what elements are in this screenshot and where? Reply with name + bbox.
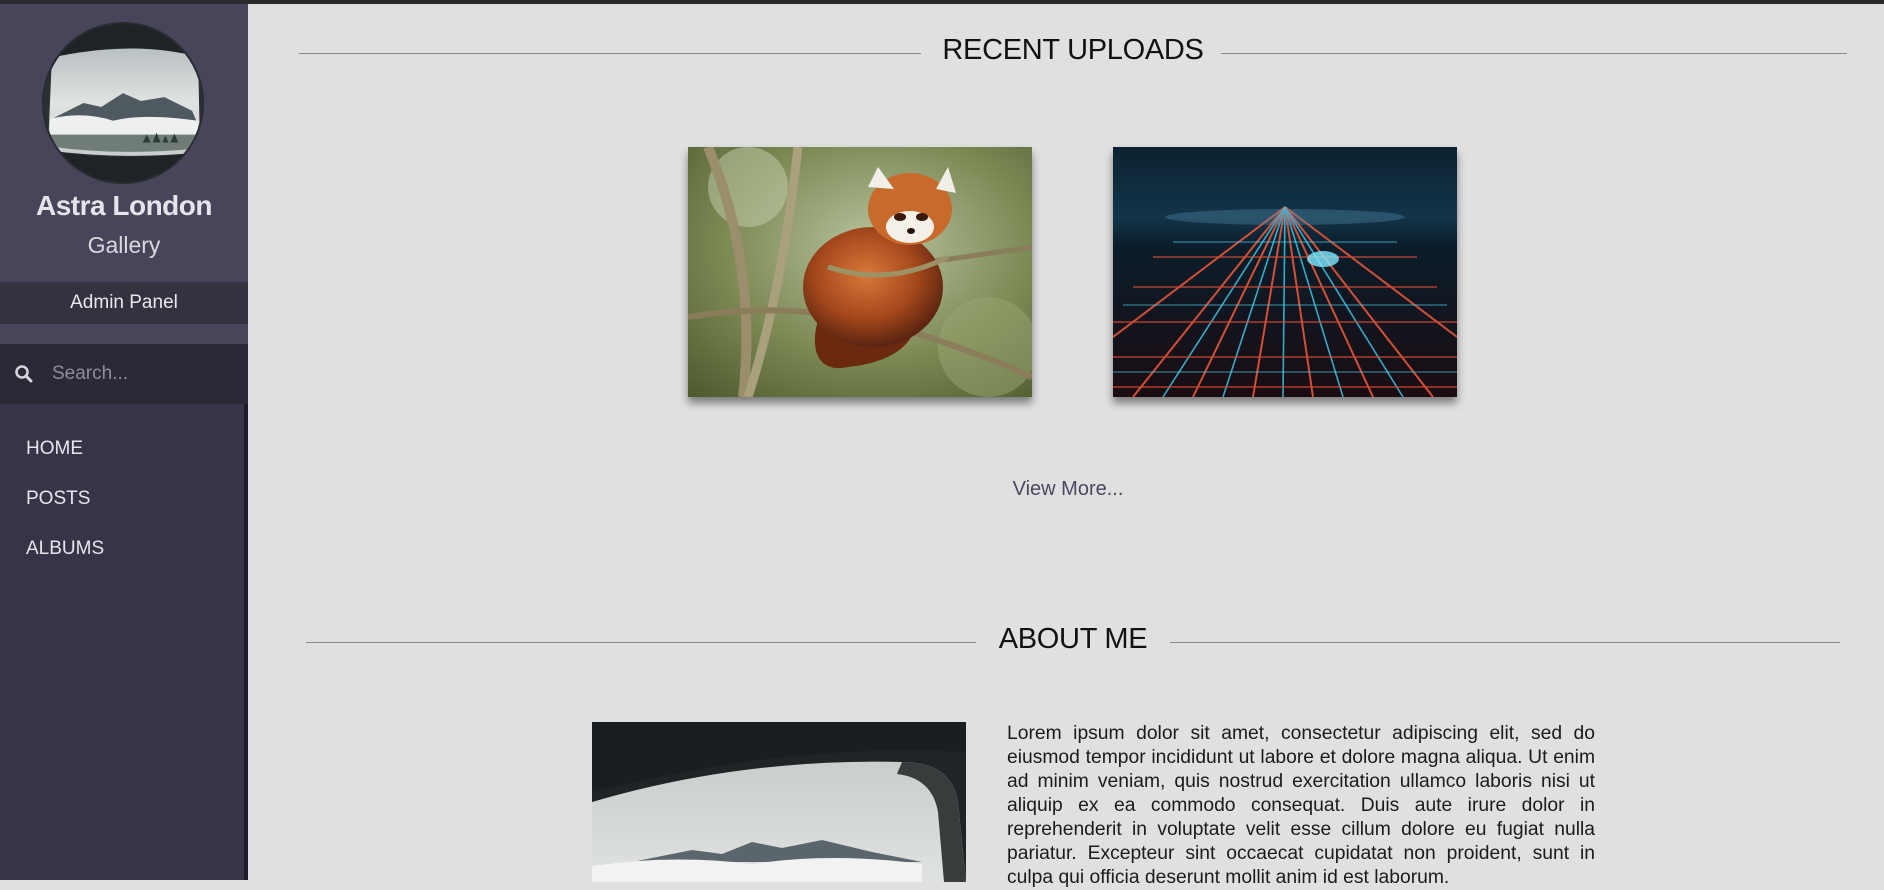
- avatar: [42, 22, 204, 184]
- about-me-header: ABOUT ME: [306, 623, 1840, 663]
- sidebar-divider: [0, 324, 248, 344]
- search-icon: [15, 365, 33, 383]
- nav-item-posts[interactable]: POSTS: [0, 480, 248, 530]
- header-rule-right: [1221, 53, 1847, 54]
- nav-item-home[interactable]: HOME: [0, 430, 248, 480]
- header-rule-right: [1170, 642, 1840, 643]
- window-top-border: [0, 0, 1884, 4]
- profile-name: Astra London: [36, 190, 213, 221]
- nav-item-albums[interactable]: ALBUMS: [0, 530, 248, 580]
- about-me-title: ABOUT ME: [998, 623, 1148, 655]
- profile-subtitle: Gallery: [87, 232, 161, 258]
- about-photo: [592, 722, 966, 882]
- recent-uploads-header: RECENT UPLOADS: [299, 34, 1847, 74]
- header-rule-left: [306, 642, 976, 643]
- recent-uploads-title: RECENT UPLOADS: [942, 34, 1204, 66]
- search-input[interactable]: [52, 358, 232, 390]
- sidebar: Astra London Gallery Admin Panel HOME PO…: [0, 0, 248, 880]
- view-more-link[interactable]: View More...: [252, 478, 1884, 501]
- profile-card: Astra London Gallery: [0, 0, 248, 282]
- search-bar: [0, 344, 248, 404]
- about-me-text: Lorem ipsum dolor sit amet, consectetur …: [1007, 723, 1595, 888]
- upload-photo-city-night[interactable]: [1113, 147, 1457, 397]
- sidebar-nav: HOME POSTS ALBUMS: [0, 430, 248, 580]
- admin-panel-link[interactable]: Admin Panel: [0, 282, 248, 324]
- main-content: RECENT UPLOADS View More... ABOUT ME Lor…: [252, 0, 1884, 888]
- upload-photo-red-panda[interactable]: [688, 147, 1032, 397]
- header-rule-left: [299, 53, 921, 54]
